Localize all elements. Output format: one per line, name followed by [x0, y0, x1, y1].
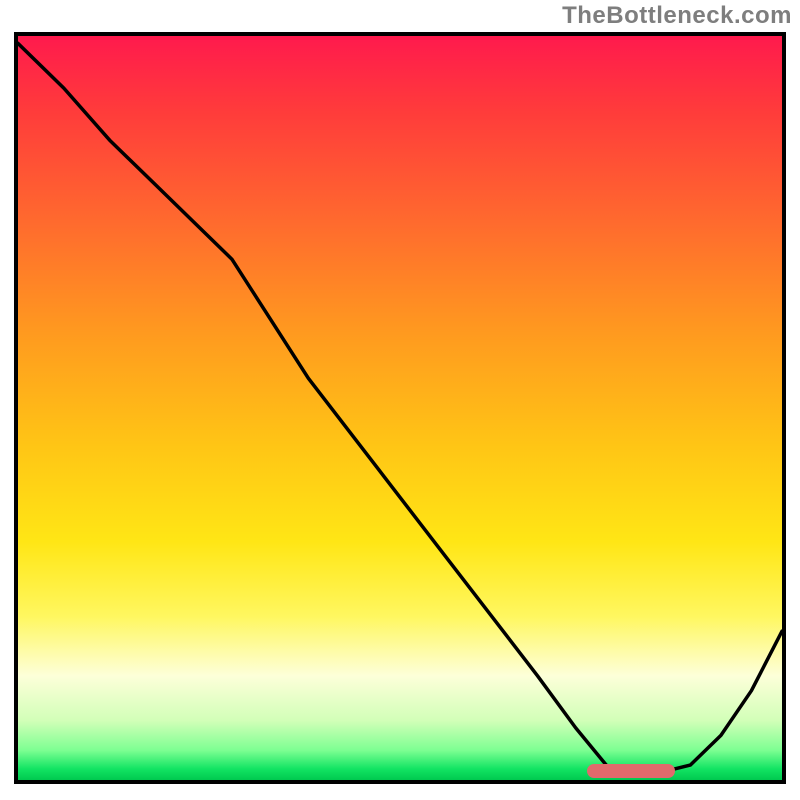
watermark-text: TheBottleneck.com	[562, 2, 792, 30]
curve-path	[18, 43, 782, 772]
optimal-range-marker	[587, 764, 675, 778]
bottleneck-curve	[18, 36, 782, 780]
plot-frame	[14, 32, 786, 784]
chart-stage: TheBottleneck.com	[0, 0, 800, 800]
